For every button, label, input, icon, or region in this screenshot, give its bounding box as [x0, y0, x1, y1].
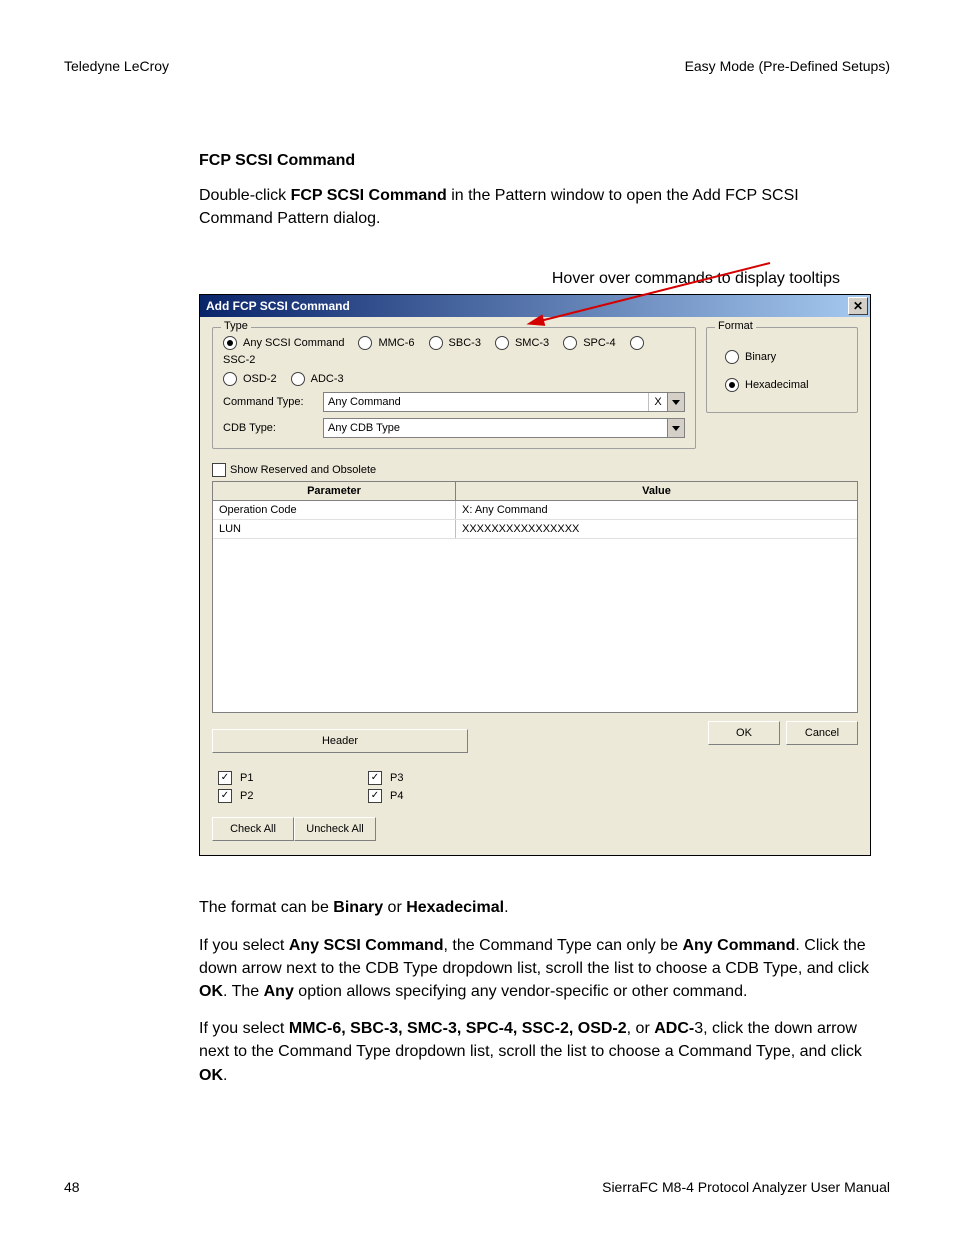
- command-type-label: Command Type:: [223, 396, 323, 408]
- tooltip-caption: Hover over commands to display tooltips: [199, 270, 840, 288]
- intro-paragraph: Double-click FCP SCSI Command in the Pat…: [199, 184, 872, 230]
- manual-name: SierraFC M8-4 Protocol Analyzer User Man…: [602, 1179, 890, 1195]
- col-value: Value: [456, 482, 857, 500]
- page-number: 48: [64, 1179, 80, 1195]
- radio-osd2[interactable]: [223, 372, 237, 386]
- p1-checkbox[interactable]: [218, 771, 232, 785]
- command-type-clear-icon[interactable]: X: [648, 393, 667, 411]
- col-parameter: Parameter: [213, 482, 456, 500]
- cdb-type-combo[interactable]: Any CDB Type: [323, 418, 685, 438]
- spec-list-paragraph: If you select MMC-6, SBC-3, SMC-3, SPC-4…: [199, 1017, 872, 1087]
- radio-binary[interactable]: [725, 350, 739, 364]
- type-legend: Type: [221, 320, 251, 332]
- uncheck-all-button[interactable]: Uncheck All: [294, 817, 376, 841]
- header-right: Easy Mode (Pre-Defined Setups): [685, 58, 890, 74]
- cdb-type-value: Any CDB Type: [324, 419, 667, 437]
- section-title: FCP SCSI Command: [199, 152, 872, 170]
- show-reserved-label: Show Reserved and Obsolete: [230, 464, 376, 476]
- command-type-combo[interactable]: Any Command X: [323, 392, 685, 412]
- show-reserved-checkbox[interactable]: [212, 463, 226, 477]
- check-all-button[interactable]: Check All: [212, 817, 294, 841]
- radio-any-scsi[interactable]: [223, 336, 237, 350]
- cdb-type-label: CDB Type:: [223, 422, 323, 434]
- chevron-down-icon[interactable]: [667, 419, 684, 437]
- command-type-value: Any Command: [324, 393, 648, 411]
- chevron-down-icon[interactable]: [667, 393, 684, 411]
- table-row[interactable]: LUN XXXXXXXXXXXXXXXX: [213, 520, 857, 539]
- format-group: Format Binary Hexadecimal: [706, 327, 858, 413]
- radio-sbc3[interactable]: [429, 336, 443, 350]
- header-left: Teledyne LeCroy: [64, 58, 169, 74]
- format-paragraph: The format can be Binary or Hexadecimal.: [199, 896, 872, 919]
- close-icon[interactable]: ✕: [848, 297, 868, 315]
- dialog-title: Add FCP SCSI Command: [206, 299, 350, 313]
- p3-checkbox[interactable]: [368, 771, 382, 785]
- radio-mmc6[interactable]: [358, 336, 372, 350]
- ok-button[interactable]: OK: [708, 721, 780, 745]
- radio-ssc2[interactable]: [630, 336, 644, 350]
- parameter-table: Parameter Value Operation Code X: Any Co…: [212, 481, 858, 713]
- p4-checkbox[interactable]: [368, 789, 382, 803]
- header-button[interactable]: Header: [212, 729, 468, 753]
- table-row[interactable]: Operation Code X: Any Command: [213, 501, 857, 520]
- dialog-titlebar: Add FCP SCSI Command ✕: [200, 295, 870, 317]
- format-legend: Format: [715, 320, 756, 332]
- p2-checkbox[interactable]: [218, 789, 232, 803]
- radio-adc3[interactable]: [291, 372, 305, 386]
- radio-smc3[interactable]: [495, 336, 509, 350]
- add-fcp-scsi-dialog: Add FCP SCSI Command ✕ Type Any SCSI Com…: [199, 294, 871, 856]
- radio-hex[interactable]: [725, 378, 739, 392]
- type-group: Type Any SCSI Command MMC-6 SBC-3 SMC-3 …: [212, 327, 696, 449]
- cancel-button[interactable]: Cancel: [786, 721, 858, 745]
- any-scsi-paragraph: If you select Any SCSI Command, the Comm…: [199, 934, 872, 1004]
- radio-spc4[interactable]: [563, 336, 577, 350]
